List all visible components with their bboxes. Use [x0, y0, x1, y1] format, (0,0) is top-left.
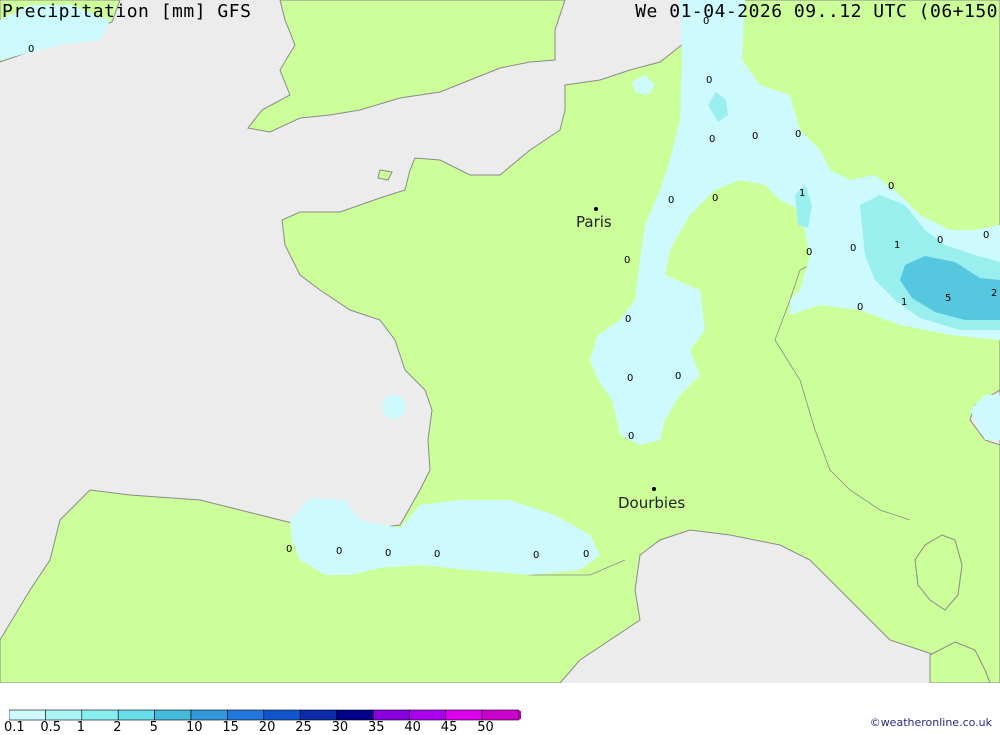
value-label: 0 [624, 255, 630, 266]
legend-swatch [45, 709, 83, 721]
legend-swatch [372, 709, 410, 721]
value-label: 0 [983, 230, 989, 241]
city-dot-dourbies [652, 487, 656, 491]
value-label: 0 [625, 314, 631, 325]
legend-swatch [9, 709, 46, 721]
value-label: 1 [799, 188, 805, 199]
legend-swatch [263, 709, 301, 721]
legend-swatch [299, 709, 337, 721]
value-label: 0 [937, 235, 943, 246]
legend-swatch [81, 709, 119, 721]
value-label: 1 [894, 240, 900, 251]
credit-text: ©weatheronline.co.uk [869, 716, 992, 729]
value-label: 0 [385, 548, 391, 559]
legend-swatch [481, 709, 519, 721]
value-label: 0 [533, 550, 539, 561]
legend-swatch [190, 709, 228, 721]
value-label: 0 [888, 181, 894, 192]
value-label: 0 [857, 302, 863, 313]
value-label: 0 [712, 193, 718, 204]
value-label: 1 [901, 297, 907, 308]
legend-swatch [154, 709, 192, 721]
value-label: 5 [945, 293, 951, 304]
value-label: 0 [286, 544, 292, 555]
city-dot-paris [594, 207, 598, 211]
value-label: 0 [628, 431, 634, 442]
value-label: 0 [583, 549, 589, 560]
city-label-dourbies: Dourbies [618, 494, 685, 512]
legend-swatch [409, 709, 447, 721]
value-label: 0 [806, 247, 812, 258]
value-label: 0 [627, 373, 633, 384]
legend-swatch [117, 709, 155, 721]
legend-swatch [227, 709, 265, 721]
value-label: 0 [28, 44, 34, 55]
value-label: 0 [668, 195, 674, 206]
map-title: Precipitation [mm] GFS [2, 1, 252, 22]
value-label: 0 [752, 131, 758, 142]
city-label-paris: Paris [576, 213, 612, 231]
value-label: 2 [991, 288, 997, 299]
value-label: 0 [850, 243, 856, 254]
precip-atlantic-spot [382, 395, 406, 419]
value-label: 0 [795, 129, 801, 140]
legend-overflow-arrow [518, 710, 521, 720]
legend-labels: 0.1 0.5 1 2 5 10 15 20 25 30 35 40 45 50 [0, 720, 520, 735]
value-label: 0 [434, 549, 440, 560]
legend-swatch [336, 709, 374, 721]
legend-swatch [445, 709, 483, 721]
value-label: 0 [709, 134, 715, 145]
precipitation-map: 0 0 0 0 0 0 1 0 0 0 0 0 1 0 0 0 5 2 1 0 … [0, 0, 1000, 683]
value-label: 0 [675, 371, 681, 382]
value-label: 0 [706, 75, 712, 86]
value-label: 0 [336, 546, 342, 557]
run-info: We 01-04-2026 09..12 UTC (06+150 [635, 1, 998, 22]
